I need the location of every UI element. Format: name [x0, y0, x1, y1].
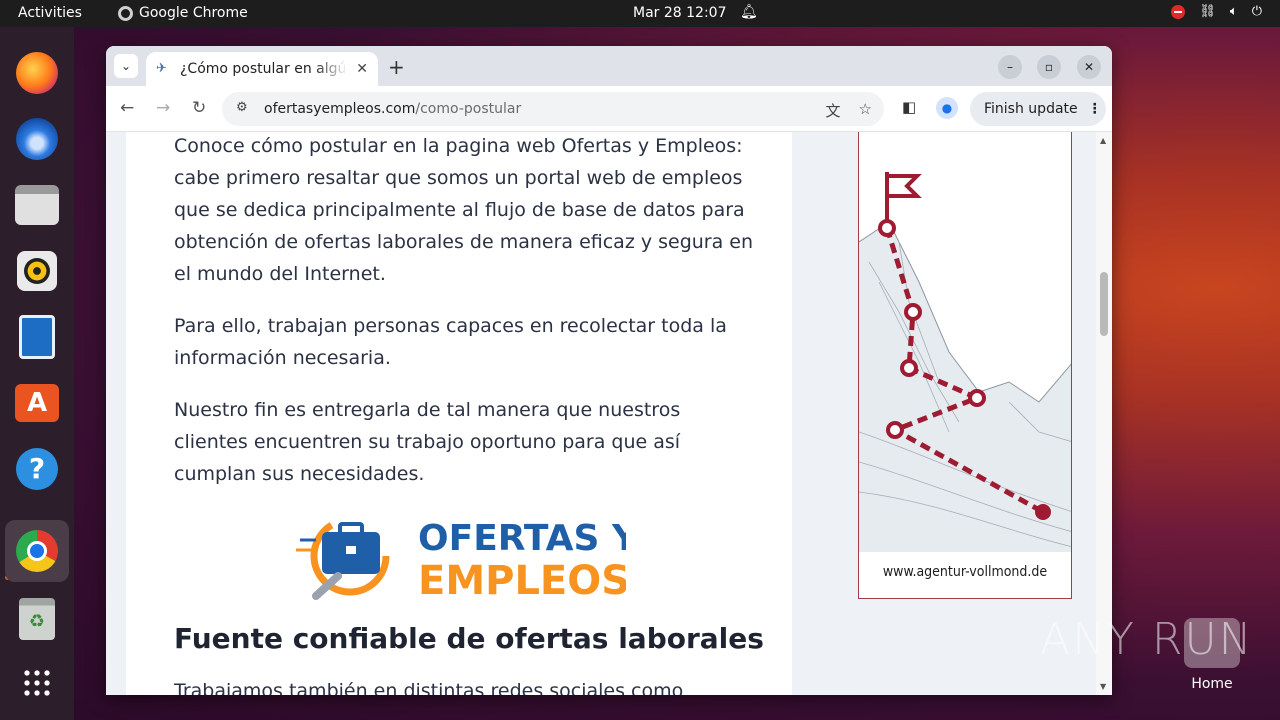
do-not-disturb-icon [1171, 4, 1186, 19]
thunderbird-icon [16, 118, 58, 160]
page-viewport: Conoce cómo postular en la pagina web Of… [106, 132, 1112, 695]
system-tray[interactable]: ⛓︎ 🔈︎ ⏻ [1171, 4, 1262, 19]
scroll-up-icon[interactable]: ▲ [1100, 136, 1106, 145]
rhythmbox-icon [17, 251, 57, 291]
tab-strip: ⌄ ✈ ¿Cómo postular en algún empleo ✕ + –… [106, 46, 1112, 86]
bell-icon[interactable]: 🔔︎ [740, 4, 758, 20]
trash-icon: ♻ [19, 598, 55, 640]
desktop-home-shortcut[interactable]: Home [1180, 618, 1244, 692]
back-button[interactable]: ← [120, 98, 134, 118]
url-host: ofertasyempleos.com [264, 101, 416, 117]
close-tab-icon[interactable]: ✕ [356, 61, 368, 77]
page-scrollbar[interactable]: ▲ ▼ [1096, 132, 1112, 695]
bookmark-star-icon[interactable]: ☆ [859, 100, 872, 121]
paragraph-1: Conoce cómo postular en la pagina web Of… [174, 135, 754, 285]
dock-thunderbird[interactable] [13, 115, 61, 163]
side-panel-icon[interactable]: ◧ [902, 98, 916, 116]
dock: A ? ♻ [0, 27, 74, 720]
dock-files[interactable] [13, 181, 61, 229]
dock-apps-grid[interactable] [13, 659, 61, 707]
translate-icon[interactable]: 文 [826, 100, 841, 121]
dock-chrome[interactable] [5, 520, 69, 582]
mountain-route-illustration [859, 172, 1071, 552]
activities-button[interactable]: Activities [18, 5, 82, 21]
profile-avatar-icon[interactable]: ● [936, 97, 958, 119]
clock[interactable]: Mar 28 12:07 [633, 5, 726, 21]
files-icon [15, 185, 59, 225]
chrome-icon [16, 530, 58, 572]
logo-line1: OFERTAS Y [418, 518, 626, 559]
home-label: Home [1191, 676, 1233, 692]
app-name: Google Chrome [139, 5, 248, 21]
browser-toolbar: ← → ↻ ⚙ ofertasyempleos.com/como-postula… [106, 86, 1112, 132]
section-heading: Fuente confiable de ofertas laborales [174, 622, 764, 655]
tab-title: ¿Cómo postular en algún empleo [180, 61, 348, 77]
dock-rhythmbox[interactable] [13, 247, 61, 295]
app-menu[interactable]: Google Chrome [118, 5, 248, 21]
ad-url[interactable]: www.agentur-vollmond.de [859, 564, 1071, 580]
sidebar-ad[interactable]: www.agentur-vollmond.de [858, 132, 1072, 599]
reload-button[interactable]: ↻ [192, 98, 206, 118]
address-bar[interactable]: ⚙ ofertasyempleos.com/como-postular 文 ☆ [222, 92, 884, 126]
chrome-small-icon [118, 5, 133, 21]
finish-update-label: Finish update [984, 101, 1078, 117]
top-bar: Activities Google Chrome Mar 28 12:07 🔔︎… [0, 0, 1280, 27]
scroll-thumb[interactable] [1100, 272, 1108, 336]
paragraph-3: Nuestro fin es entregarla de tal manera … [174, 399, 681, 485]
home-folder-icon [1184, 618, 1240, 668]
writer-icon [19, 315, 55, 359]
minimize-button[interactable]: – [998, 55, 1022, 79]
site-logo[interactable]: OFERTAS Y EMPLEOS [296, 510, 639, 606]
close-window-button[interactable]: ✕ [1077, 55, 1101, 79]
dock-firefox[interactable] [13, 49, 61, 97]
help-icon: ? [16, 448, 58, 490]
software-icon: A [15, 384, 59, 422]
article-content: Conoce cómo postular en la pagina web Of… [126, 132, 792, 695]
scroll-down-icon[interactable]: ▼ [1100, 682, 1106, 691]
site-favicon: ✈ [156, 61, 167, 76]
cut-off-paragraph: Trabajamos también en distintas redes so… [174, 680, 684, 695]
paragraph-2: Para ello, trabajan personas capaces en … [174, 315, 727, 369]
volume-icon: 🔈︎ [1229, 4, 1238, 19]
dock-software[interactable]: A [13, 379, 61, 427]
finish-update-button[interactable]: Finish update ⋮ [970, 92, 1106, 126]
url-path: /como-postular [415, 101, 522, 117]
tab-search-button[interactable]: ⌄ [114, 54, 138, 78]
maximize-button[interactable]: ▫ [1037, 55, 1061, 79]
power-icon: ⏻ [1251, 4, 1262, 19]
dock-help[interactable]: ? [13, 445, 61, 493]
dock-writer[interactable] [13, 313, 61, 361]
logo-line2: EMPLEOS [418, 558, 626, 604]
apps-grid-icon [22, 668, 52, 698]
tab-active[interactable]: ✈ ¿Cómo postular en algún empleo ✕ [146, 52, 378, 86]
network-icon: ⛓︎ [1199, 4, 1216, 19]
firefox-icon [16, 52, 58, 94]
new-tab-button[interactable]: + [388, 55, 405, 79]
forward-button[interactable]: → [156, 98, 170, 118]
briefcase-logo-icon: OFERTAS Y EMPLEOS [296, 516, 639, 604]
dock-trash[interactable]: ♻ [13, 595, 61, 643]
site-info-icon[interactable]: ⚙ [236, 100, 254, 118]
menu-kebab-icon: ⋮ [1087, 101, 1102, 117]
browser-window: ⌄ ✈ ¿Cómo postular en algún empleo ✕ + –… [106, 46, 1112, 695]
